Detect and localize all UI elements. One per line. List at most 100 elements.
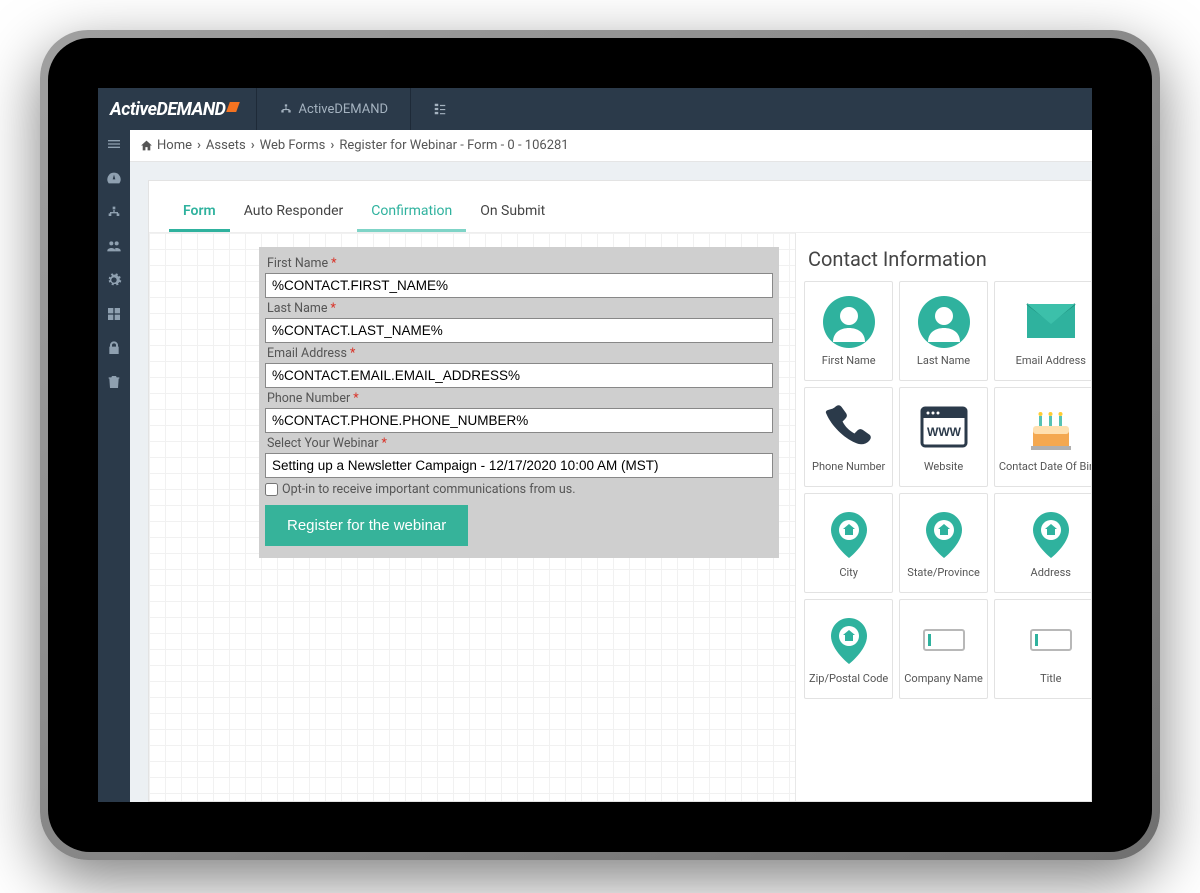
- first-name-label: First Name*: [265, 253, 773, 273]
- field-icon: [1025, 614, 1077, 666]
- panel-body: First Name* Last Name* Email Address* Ph…: [149, 233, 1091, 801]
- tab-auto-responder[interactable]: Auto Responder: [230, 195, 358, 232]
- phone-icon: [823, 402, 875, 454]
- rail-menu-button[interactable]: [104, 134, 124, 154]
- field-tile-state-province[interactable]: State/Province: [899, 493, 988, 593]
- tile-label: First Name: [805, 354, 892, 367]
- tile-label: Address: [995, 566, 1091, 579]
- field-tile-website[interactable]: Website: [899, 387, 988, 487]
- field-tile-first-name[interactable]: First Name: [804, 281, 893, 381]
- editor-panel: Form Auto Responder Confirmation On Subm…: [148, 180, 1092, 802]
- tile-label: Phone Number: [805, 460, 892, 473]
- field-tile-contact-date-of-birth[interactable]: Contact Date Of Birth: [994, 387, 1091, 487]
- label-text: First Name: [267, 256, 328, 271]
- label-text: Last Name: [267, 301, 327, 316]
- cake-icon: [1025, 402, 1077, 454]
- field-tile-city[interactable]: City: [804, 493, 893, 593]
- last-name-label: Last Name*: [265, 298, 773, 318]
- trash-icon: [106, 374, 122, 390]
- required-icon: *: [381, 436, 386, 451]
- tile-label: Zip/Postal Code: [805, 672, 892, 685]
- rail-settings-button[interactable]: [104, 270, 124, 290]
- grid-icon: [106, 306, 122, 322]
- tile-label: State/Province: [900, 566, 987, 579]
- webinar-label: Select Your Webinar*: [265, 433, 773, 453]
- chevron-right-icon: ›: [330, 138, 334, 153]
- nav-item-tree[interactable]: [421, 88, 459, 130]
- pin-icon: [918, 508, 970, 560]
- sitemap-icon: [279, 102, 293, 116]
- form-canvas[interactable]: First Name* Last Name* Email Address* Ph…: [149, 233, 795, 801]
- sidebar-title: Contact Information: [808, 247, 1079, 271]
- lock-icon: [106, 340, 122, 356]
- label-text: Email Address: [267, 346, 347, 361]
- content-area: Form Auto Responder Confirmation On Subm…: [130, 162, 1092, 802]
- menu-icon: [106, 136, 122, 152]
- rail-trash-button[interactable]: [104, 372, 124, 392]
- webinar-select[interactable]: [265, 453, 773, 478]
- email-label: Email Address*: [265, 343, 773, 363]
- field-tile-company-name[interactable]: Company Name: [899, 599, 988, 699]
- breadcrumb-webforms[interactable]: Web Forms: [260, 138, 326, 153]
- tile-label: Contact Date Of Birth: [995, 460, 1091, 473]
- tree-icon: [433, 102, 447, 116]
- tile-label: City: [805, 566, 892, 579]
- last-name-input[interactable]: [265, 318, 773, 343]
- rail-sitemap-button[interactable]: [104, 202, 124, 222]
- contact-info-sidebar: Contact Information First Name Last Name E…: [795, 233, 1091, 801]
- nav-item-label: ActiveDEMAND: [299, 102, 388, 117]
- pin-icon: [1025, 508, 1077, 560]
- chevron-right-icon: ›: [197, 138, 201, 153]
- phone-label: Phone Number*: [265, 388, 773, 408]
- pin-icon: [823, 508, 875, 560]
- field-tile-phone-number[interactable]: Phone Number: [804, 387, 893, 487]
- tab-on-submit[interactable]: On Submit: [466, 195, 559, 232]
- email-input[interactable]: [265, 363, 773, 388]
- field-tile-title[interactable]: Title: [994, 599, 1091, 699]
- person-icon: [823, 296, 875, 348]
- field-tile-zip-postal-code[interactable]: Zip/Postal Code: [804, 599, 893, 699]
- gears-icon: [106, 272, 122, 288]
- submit-button[interactable]: Register for the webinar: [265, 505, 468, 546]
- field-tile-last-name[interactable]: Last Name: [899, 281, 988, 381]
- rail-contacts-button[interactable]: [104, 236, 124, 256]
- required-icon: *: [330, 301, 335, 316]
- chevron-right-icon: ›: [251, 138, 255, 153]
- tile-label: Title: [995, 672, 1091, 685]
- pin-icon: [823, 614, 875, 666]
- field-tile-grid: First NameLast NameEmail AddressPhone Nu…: [804, 281, 1083, 699]
- breadcrumb-assets[interactable]: Assets: [206, 138, 246, 153]
- phone-input[interactable]: [265, 408, 773, 433]
- brand-accent-icon: [226, 102, 240, 112]
- optin-row: Opt-in to receive important communicatio…: [265, 478, 773, 505]
- www-icon: [918, 402, 970, 454]
- first-name-input[interactable]: [265, 273, 773, 298]
- rail-apps-button[interactable]: [104, 304, 124, 324]
- rail-dashboard-button[interactable]: [104, 168, 124, 188]
- required-icon: *: [350, 346, 355, 361]
- tile-label: Company Name: [900, 672, 987, 685]
- tab-form[interactable]: Form: [169, 195, 230, 232]
- tile-label: Last Name: [900, 354, 987, 367]
- person-icon: [918, 296, 970, 348]
- brand-logo[interactable]: ActiveDEMAND: [110, 99, 238, 120]
- field-tile-address[interactable]: Address: [994, 493, 1091, 593]
- optin-checkbox[interactable]: [265, 483, 278, 496]
- tab-confirmation[interactable]: Confirmation: [357, 195, 466, 232]
- left-rail: [98, 130, 130, 802]
- home-icon: [140, 139, 153, 152]
- field-tile-email-address[interactable]: Email Address: [994, 281, 1091, 381]
- required-icon: *: [353, 391, 358, 406]
- editor-tabs: Form Auto Responder Confirmation On Subm…: [149, 181, 1091, 233]
- optin-label: Opt-in to receive important communicatio…: [282, 482, 576, 497]
- gauge-icon: [106, 170, 122, 186]
- nav-item-activedemand[interactable]: ActiveDEMAND: [267, 88, 400, 130]
- breadcrumb-home[interactable]: Home: [157, 138, 192, 153]
- breadcrumb-current: Register for Webinar - Form - 0 - 106281: [339, 138, 568, 153]
- screen: ActiveDEMAND ActiveDEMAND Home › Assets …: [98, 88, 1092, 802]
- label-text: Phone Number: [267, 391, 350, 406]
- sitemap-icon: [106, 204, 122, 220]
- tile-label: Website: [900, 460, 987, 473]
- form-block[interactable]: First Name* Last Name* Email Address* Ph…: [259, 247, 779, 558]
- rail-lock-button[interactable]: [104, 338, 124, 358]
